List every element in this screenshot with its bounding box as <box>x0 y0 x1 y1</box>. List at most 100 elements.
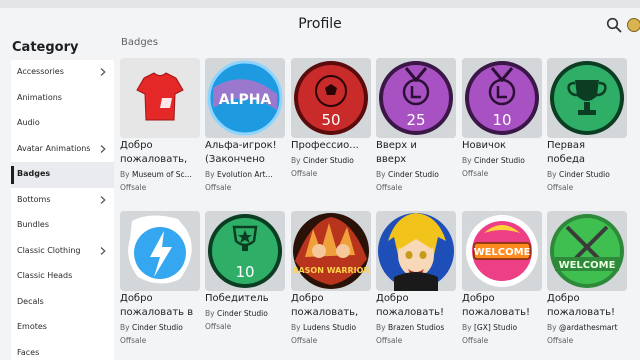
category-item-avatar-animations[interactable]: Avatar Animations <box>11 137 114 163</box>
category-label: Animations <box>17 92 62 102</box>
category-item-animations[interactable]: Animations <box>11 86 114 112</box>
badge-creator: By Cinder Studio <box>462 156 525 165</box>
badge-price: Offsale <box>376 183 403 192</box>
trophy-badge-icon <box>547 58 627 138</box>
soccer-ball-badge-icon: 50 <box>291 58 371 138</box>
category-label: Bundles <box>17 220 50 229</box>
category-item-audio[interactable]: Audio <box>11 111 114 137</box>
category-label: Badges <box>17 169 51 178</box>
category-label: Audio <box>17 118 40 127</box>
badge-creator: By [GX] Studio <box>462 323 518 332</box>
badge-price: Offsale <box>376 336 403 345</box>
badge-price: Offsale <box>291 169 318 178</box>
badge-price: Offsale <box>120 336 147 345</box>
badge-price: Offsale <box>291 336 318 345</box>
category-label: Accessories <box>17 67 64 76</box>
category-label: Avatar Animations <box>17 143 91 153</box>
category-list: Accessories Animations Audio Avatar Anim… <box>11 60 114 360</box>
badge-thumbnail[interactable] <box>120 211 200 291</box>
badge-name: Вверх и вверх <box>376 140 417 165</box>
badge-thumbnail[interactable]: WELCOME <box>462 211 542 291</box>
category-item-bundles[interactable]: Bundles <box>11 213 114 239</box>
svg-text:10: 10 <box>235 263 254 281</box>
welcome-badge-icon: WELCOME <box>462 211 542 291</box>
badge-thumbnail[interactable]: BASON WARRIOR <box>291 211 371 291</box>
badge-creator: By Evolution Art... <box>205 170 273 179</box>
badge-name: Альфа-игрок! (Закончено <box>205 140 277 165</box>
badge-creator: By @ardathesmart <box>547 323 618 332</box>
badge-price: Offsale <box>120 183 147 192</box>
badge-thumbnail[interactable]: 25 <box>376 58 456 138</box>
category-item-bottoms[interactable]: Bottoms <box>11 188 114 214</box>
badge-creator: By Museum of Sc... <box>120 170 192 179</box>
alpha-badge-icon: ALPHA <box>205 58 285 138</box>
badge-name: Добро пожаловать, <box>291 293 359 318</box>
page-title: Profile <box>298 16 342 32</box>
category-item-emotes[interactable]: Emotes <box>11 315 114 341</box>
badge-name: Добро пожаловать, <box>120 140 188 165</box>
badge-name: Добро пожаловать в <box>120 293 194 318</box>
red-shirt-icon <box>120 58 200 138</box>
chevron-right-icon <box>100 246 106 255</box>
badge-price: Offsale <box>205 322 232 331</box>
badge-price: Offsale <box>547 183 574 192</box>
category-label: Classic Heads <box>17 271 73 280</box>
badge-creator: By Cinder Studio <box>120 323 183 332</box>
badge-thumbnail[interactable]: ALPHA <box>205 58 285 138</box>
category-item-classic-clothing[interactable]: Classic Clothing <box>11 239 114 265</box>
search-icon[interactable] <box>606 17 622 33</box>
badge-name: Добро пожаловать! <box>376 293 445 318</box>
badge-creator: By Ludens Studio <box>291 323 357 332</box>
section-label: Badges <box>121 37 159 48</box>
anime-warriors-badge-icon: BASON WARRIOR <box>291 211 371 291</box>
badge-thumbnail[interactable]: 10 <box>462 58 542 138</box>
robux-icon[interactable] <box>627 18 640 32</box>
badge-thumbnail[interactable]: WELCOME <box>547 211 627 291</box>
badge-name: Добро пожаловать! <box>547 293 616 318</box>
badge-thumbnail[interactable]: 10 <box>205 211 285 291</box>
svg-text:25: 25 <box>406 111 425 129</box>
category-label: Emotes <box>17 322 47 331</box>
badge-price: Offsale <box>547 336 574 345</box>
top-strip <box>0 0 640 8</box>
badge-name: Добро пожаловать! <box>462 293 531 318</box>
category-label: Faces <box>17 347 40 357</box>
lightning-ball-badge-icon <box>120 211 200 291</box>
category-item-faces[interactable]: Faces <box>11 341 114 360</box>
chevron-right-icon <box>100 195 106 204</box>
svg-text:10: 10 <box>492 111 511 129</box>
active-indicator <box>11 166 14 184</box>
medal-badge-icon: 25 <box>376 58 456 138</box>
category-item-decals[interactable]: Decals <box>11 290 114 316</box>
badge-price: Offsale <box>462 336 489 345</box>
badge-thumbnail[interactable] <box>120 58 200 138</box>
badge-creator: By Cinder Studio <box>376 170 439 179</box>
profile-screen: Profile Category Accessories Animations … <box>0 0 640 360</box>
chevron-right-icon <box>100 144 106 153</box>
star-trophy-badge-icon: 10 <box>205 211 285 291</box>
badge-creator: By Cinder Studio <box>205 309 268 318</box>
badge-thumbnail[interactable] <box>376 211 456 291</box>
category-title: Category <box>12 40 79 55</box>
badge-creator: By Cinder Studio <box>291 156 354 165</box>
category-item-badges[interactable]: Badges <box>11 162 114 188</box>
svg-text:50: 50 <box>321 111 340 129</box>
medal-badge-icon: 10 <box>462 58 542 138</box>
category-label: Bottoms <box>17 194 51 204</box>
header: Profile <box>0 8 640 42</box>
welcome-swords-badge-icon: WELCOME <box>547 211 627 291</box>
anime-character-badge-icon <box>376 211 456 291</box>
svg-text:ALPHA: ALPHA <box>219 92 272 108</box>
badge-thumbnail[interactable]: 50 <box>291 58 371 138</box>
category-label: Decals <box>17 296 44 306</box>
category-item-classic-heads[interactable]: Classic Heads <box>11 264 114 290</box>
category-label: Classic Clothing <box>17 245 81 255</box>
chevron-right-icon <box>100 68 106 76</box>
svg-text:WELCOME: WELCOME <box>474 247 531 258</box>
badge-creator: By Brazen Studios <box>376 323 445 332</box>
svg-text:WELCOME: WELCOME <box>559 260 616 271</box>
badge-price: Offsale <box>462 169 489 178</box>
badge-thumbnail[interactable] <box>547 58 627 138</box>
category-item-accessories[interactable]: Accessories <box>11 60 114 86</box>
badge-name: Первая победа <box>547 140 586 165</box>
